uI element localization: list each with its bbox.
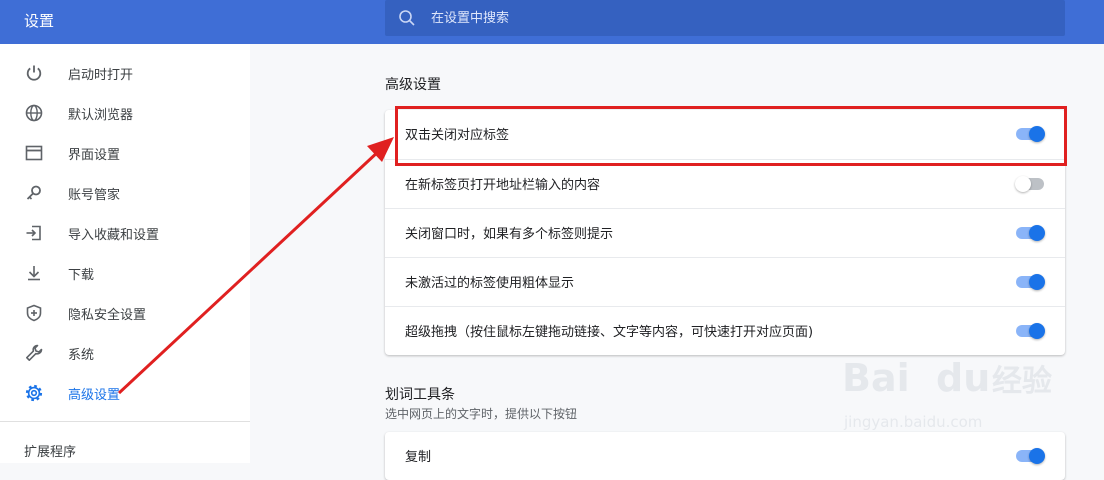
sidebar-item-downloads[interactable]: 下载: [0, 253, 250, 293]
search-box[interactable]: [385, 0, 1065, 36]
sidebar-item-advanced[interactable]: 高级设置: [0, 373, 250, 413]
sidebar-item-label: 账号管家: [68, 188, 121, 203]
super-drag-toggle[interactable]: [1015, 323, 1045, 339]
sidebar-item-label: 默认浏览器: [68, 108, 134, 123]
browser-window-icon: [25, 145, 43, 161]
download-icon: [28, 266, 40, 281]
sidebar: 启动时打开 默认浏览器 界面设置 账号管家 导入收藏和设置 下载 隐私安全设置 …: [0, 44, 250, 463]
setting-row-open-in-new-tab: 在新标签页打开地址栏输入的内容: [385, 159, 1065, 208]
confirm-close-toggle[interactable]: [1015, 225, 1045, 241]
setting-label: 关闭窗口时，如果有多个标签则提示: [405, 227, 614, 242]
import-icon: [26, 225, 41, 241]
sidebar-item-label: 界面设置: [68, 148, 121, 163]
sidebar-item-startup[interactable]: 启动时打开: [0, 53, 250, 93]
bold-unvisited-toggle[interactable]: [1015, 274, 1045, 290]
sidebar-item-system[interactable]: 系统: [0, 333, 250, 373]
setting-label: 未激活过的标签使用粗体显示: [405, 276, 575, 291]
copy-toggle[interactable]: [1015, 448, 1045, 464]
sidebar-item-import[interactable]: 导入收藏和设置: [0, 213, 250, 253]
sidebar-item-label: 系统: [68, 348, 95, 363]
shield-icon: [26, 304, 42, 322]
power-icon: [26, 65, 42, 81]
wrench-icon: [26, 344, 43, 361]
open-in-new-tab-toggle[interactable]: [1015, 176, 1045, 192]
watermark-brand-2: du: [936, 356, 990, 400]
setting-label: 复制: [405, 450, 432, 465]
search-input[interactable]: [429, 6, 1033, 30]
watermark-brand: Bai: [842, 356, 910, 400]
sidebar-item-label: 高级设置: [68, 388, 121, 403]
highlight-box: [395, 106, 1067, 166]
gear-icon: [25, 384, 43, 402]
sidebar-item-accounts[interactable]: 账号管家: [0, 173, 250, 213]
sidebar-item-label: 下载: [68, 268, 95, 283]
sidebar-item-privacy[interactable]: 隐私安全设置: [0, 293, 250, 333]
sidebar-item-label: 启动时打开: [68, 68, 134, 83]
setting-label: 在新标签页打开地址栏输入的内容: [405, 178, 601, 193]
watermark-logo: Bai du 经验 jingyan.baidu.com: [842, 356, 1052, 431]
section-description: 选中网页上的文字时，提供以下按钮: [385, 407, 578, 421]
section-title-selection-toolbar: 划词工具条: [385, 387, 455, 403]
watermark-brand-cn: 经验: [992, 364, 1052, 399]
setting-row-confirm-close: 关闭窗口时，如果有多个标签则提示: [385, 208, 1065, 257]
setting-row-bold-unvisited: 未激活过的标签使用粗体显示: [385, 257, 1065, 306]
sidebar-item-label: 导入收藏和设置: [68, 228, 160, 243]
globe-icon: [25, 104, 43, 122]
sidebar-item-label: 隐私安全设置: [68, 308, 147, 323]
sidebar-item-default-browser[interactable]: 默认浏览器: [0, 93, 250, 133]
app-title: 设置: [24, 12, 55, 30]
setting-label: 超级拖拽（按住鼠标左键拖动链接、文字等内容，可快速打开对应页面): [405, 325, 814, 340]
search-icon: [399, 10, 415, 26]
section-title-advanced: 高级设置: [385, 77, 441, 93]
sidebar-item-extensions[interactable]: 扩展程序: [24, 441, 76, 460]
sidebar-item-appearance[interactable]: 界面设置: [0, 133, 250, 173]
watermark-url: jingyan.baidu.com: [843, 413, 982, 431]
key-icon: [26, 185, 41, 200]
sidebar-divider: [0, 421, 250, 422]
